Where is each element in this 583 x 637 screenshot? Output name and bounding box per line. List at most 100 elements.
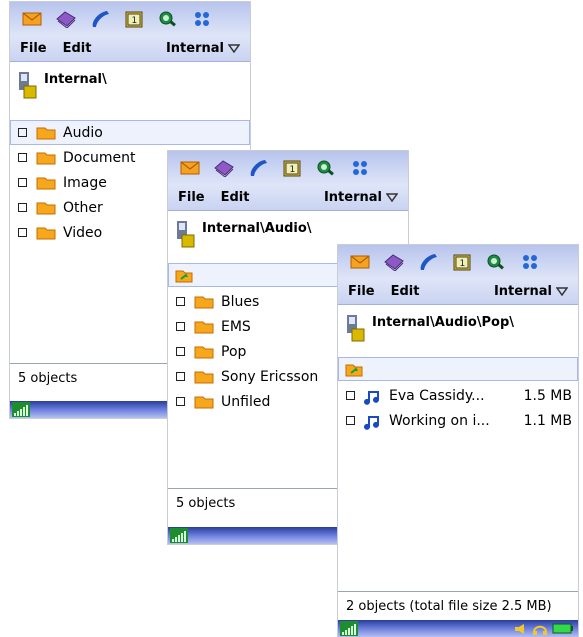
list-item-label: Sony Ericsson (221, 368, 319, 385)
phone-storage-icon (347, 315, 365, 342)
folder-icon (194, 346, 214, 359)
edit-menu[interactable]: Edit (221, 190, 250, 205)
checkbox[interactable] (18, 203, 27, 212)
checkbox[interactable] (176, 347, 185, 356)
folder-icon (36, 202, 56, 215)
list-item[interactable]: Audio (10, 120, 250, 145)
tray-icons (514, 622, 578, 636)
list-item-label: Pop (221, 343, 247, 360)
calendar-icon[interactable]: 1 (278, 154, 306, 182)
status-bar: 2 objects (total file size 2.5 MB) (338, 591, 578, 620)
list-item[interactable]: Working on i... 1.1 MB (338, 408, 578, 433)
phone-storage-icon (19, 72, 37, 99)
folder-up-icon (175, 270, 193, 282)
book-icon[interactable] (380, 248, 408, 276)
checkbox[interactable] (18, 128, 27, 137)
checkbox[interactable] (176, 372, 185, 381)
checkbox[interactable] (346, 391, 355, 400)
path-row: Internal\ (10, 62, 250, 112)
triangle-down-icon (228, 44, 240, 53)
path-row: Internal\Audio\Pop\ (338, 305, 578, 355)
phone-icon[interactable] (86, 5, 114, 33)
menu-bar: File Edit Internal (168, 185, 408, 211)
signal-icon (340, 621, 358, 636)
current-path: Internal\Audio\Pop\ (372, 315, 515, 330)
storage-label: Internal (323, 190, 382, 205)
checkbox[interactable] (18, 228, 27, 237)
phone-icon[interactable] (244, 154, 272, 182)
file-menu[interactable]: File (178, 190, 205, 205)
folder-icon (36, 177, 56, 190)
checkbox[interactable] (176, 397, 185, 406)
folder-up-icon (345, 364, 363, 376)
svg-text:1: 1 (460, 259, 466, 269)
folder-icon (194, 396, 214, 409)
triangle-down-icon (556, 287, 568, 296)
apps-grid-icon[interactable] (516, 248, 544, 276)
web-search-icon[interactable] (154, 5, 182, 33)
list-item-label: Blues (221, 293, 260, 310)
list-item-label: Other (63, 199, 103, 216)
calendar-icon[interactable]: 1 (120, 5, 148, 33)
up-folder-row[interactable] (338, 357, 578, 381)
file-menu[interactable]: File (348, 284, 375, 299)
list-item-label: Audio (63, 124, 103, 141)
speaker-icon (515, 623, 524, 634)
music-note-icon (364, 415, 379, 430)
list-item-label: Video (63, 224, 103, 241)
apps-grid-icon[interactable] (188, 5, 216, 33)
list-item-label: Image (63, 174, 107, 191)
storage-selector[interactable]: Internal (494, 284, 568, 299)
checkbox[interactable] (18, 153, 27, 162)
svg-text:1: 1 (290, 165, 296, 175)
phone-icon[interactable] (414, 248, 442, 276)
checkbox[interactable] (346, 416, 355, 425)
checkbox[interactable] (176, 322, 185, 331)
checkbox[interactable] (176, 297, 185, 306)
status-text: 5 objects (176, 495, 236, 511)
storage-selector[interactable]: Internal (324, 190, 398, 205)
folder-icon (194, 296, 214, 309)
folder-icon (36, 127, 56, 140)
list-item[interactable]: Eva Cassidy... 1.5 MB (338, 383, 578, 408)
file-menu[interactable]: File (20, 41, 47, 56)
apps-grid-icon[interactable] (346, 154, 374, 182)
menu-bar: File Edit Internal (338, 279, 578, 305)
file-list: Eva Cassidy... 1.5 MB Working on i... 1.… (338, 383, 578, 433)
triangle-down-icon (386, 193, 398, 202)
edit-menu[interactable]: Edit (391, 284, 420, 299)
web-search-icon[interactable] (482, 248, 510, 276)
edit-menu[interactable]: Edit (63, 41, 92, 56)
file-size: 1.5 MB (523, 387, 572, 404)
signal-icon (170, 528, 188, 543)
folder-icon (194, 321, 214, 334)
list-item-label: Unfiled (221, 393, 271, 410)
phone-storage-icon (177, 221, 195, 248)
status-text: 2 objects (total file size 2.5 MB) (346, 598, 552, 614)
envelope-icon[interactable] (176, 154, 204, 182)
storage-selector[interactable]: Internal (166, 41, 240, 56)
checkbox[interactable] (18, 178, 27, 187)
current-path: Internal\ (44, 72, 107, 87)
envelope-icon[interactable] (346, 248, 374, 276)
folder-icon (194, 371, 214, 384)
app-toolbar: 1 (338, 245, 578, 279)
file-size: 1.1 MB (523, 412, 572, 429)
folder-icon (36, 152, 56, 165)
status-text: 5 objects (18, 370, 78, 386)
list-item-label: Eva Cassidy... (389, 387, 485, 404)
web-search-icon[interactable] (312, 154, 340, 182)
list-item-label: EMS (221, 318, 251, 335)
storage-label: Internal (493, 284, 552, 299)
folder-icon (36, 227, 56, 240)
list-item-label: Document (63, 149, 136, 166)
book-icon[interactable] (210, 154, 238, 182)
book-icon[interactable] (52, 5, 80, 33)
file-manager-window-pop: 1 File Edit Internal Internal\Audio\Pop\… (338, 245, 578, 637)
envelope-icon[interactable] (18, 5, 46, 33)
calendar-icon[interactable]: 1 (448, 248, 476, 276)
menu-bar: File Edit Internal (10, 36, 250, 62)
storage-label: Internal (165, 41, 224, 56)
battery-icon (552, 623, 573, 634)
bottom-bar (338, 620, 578, 637)
